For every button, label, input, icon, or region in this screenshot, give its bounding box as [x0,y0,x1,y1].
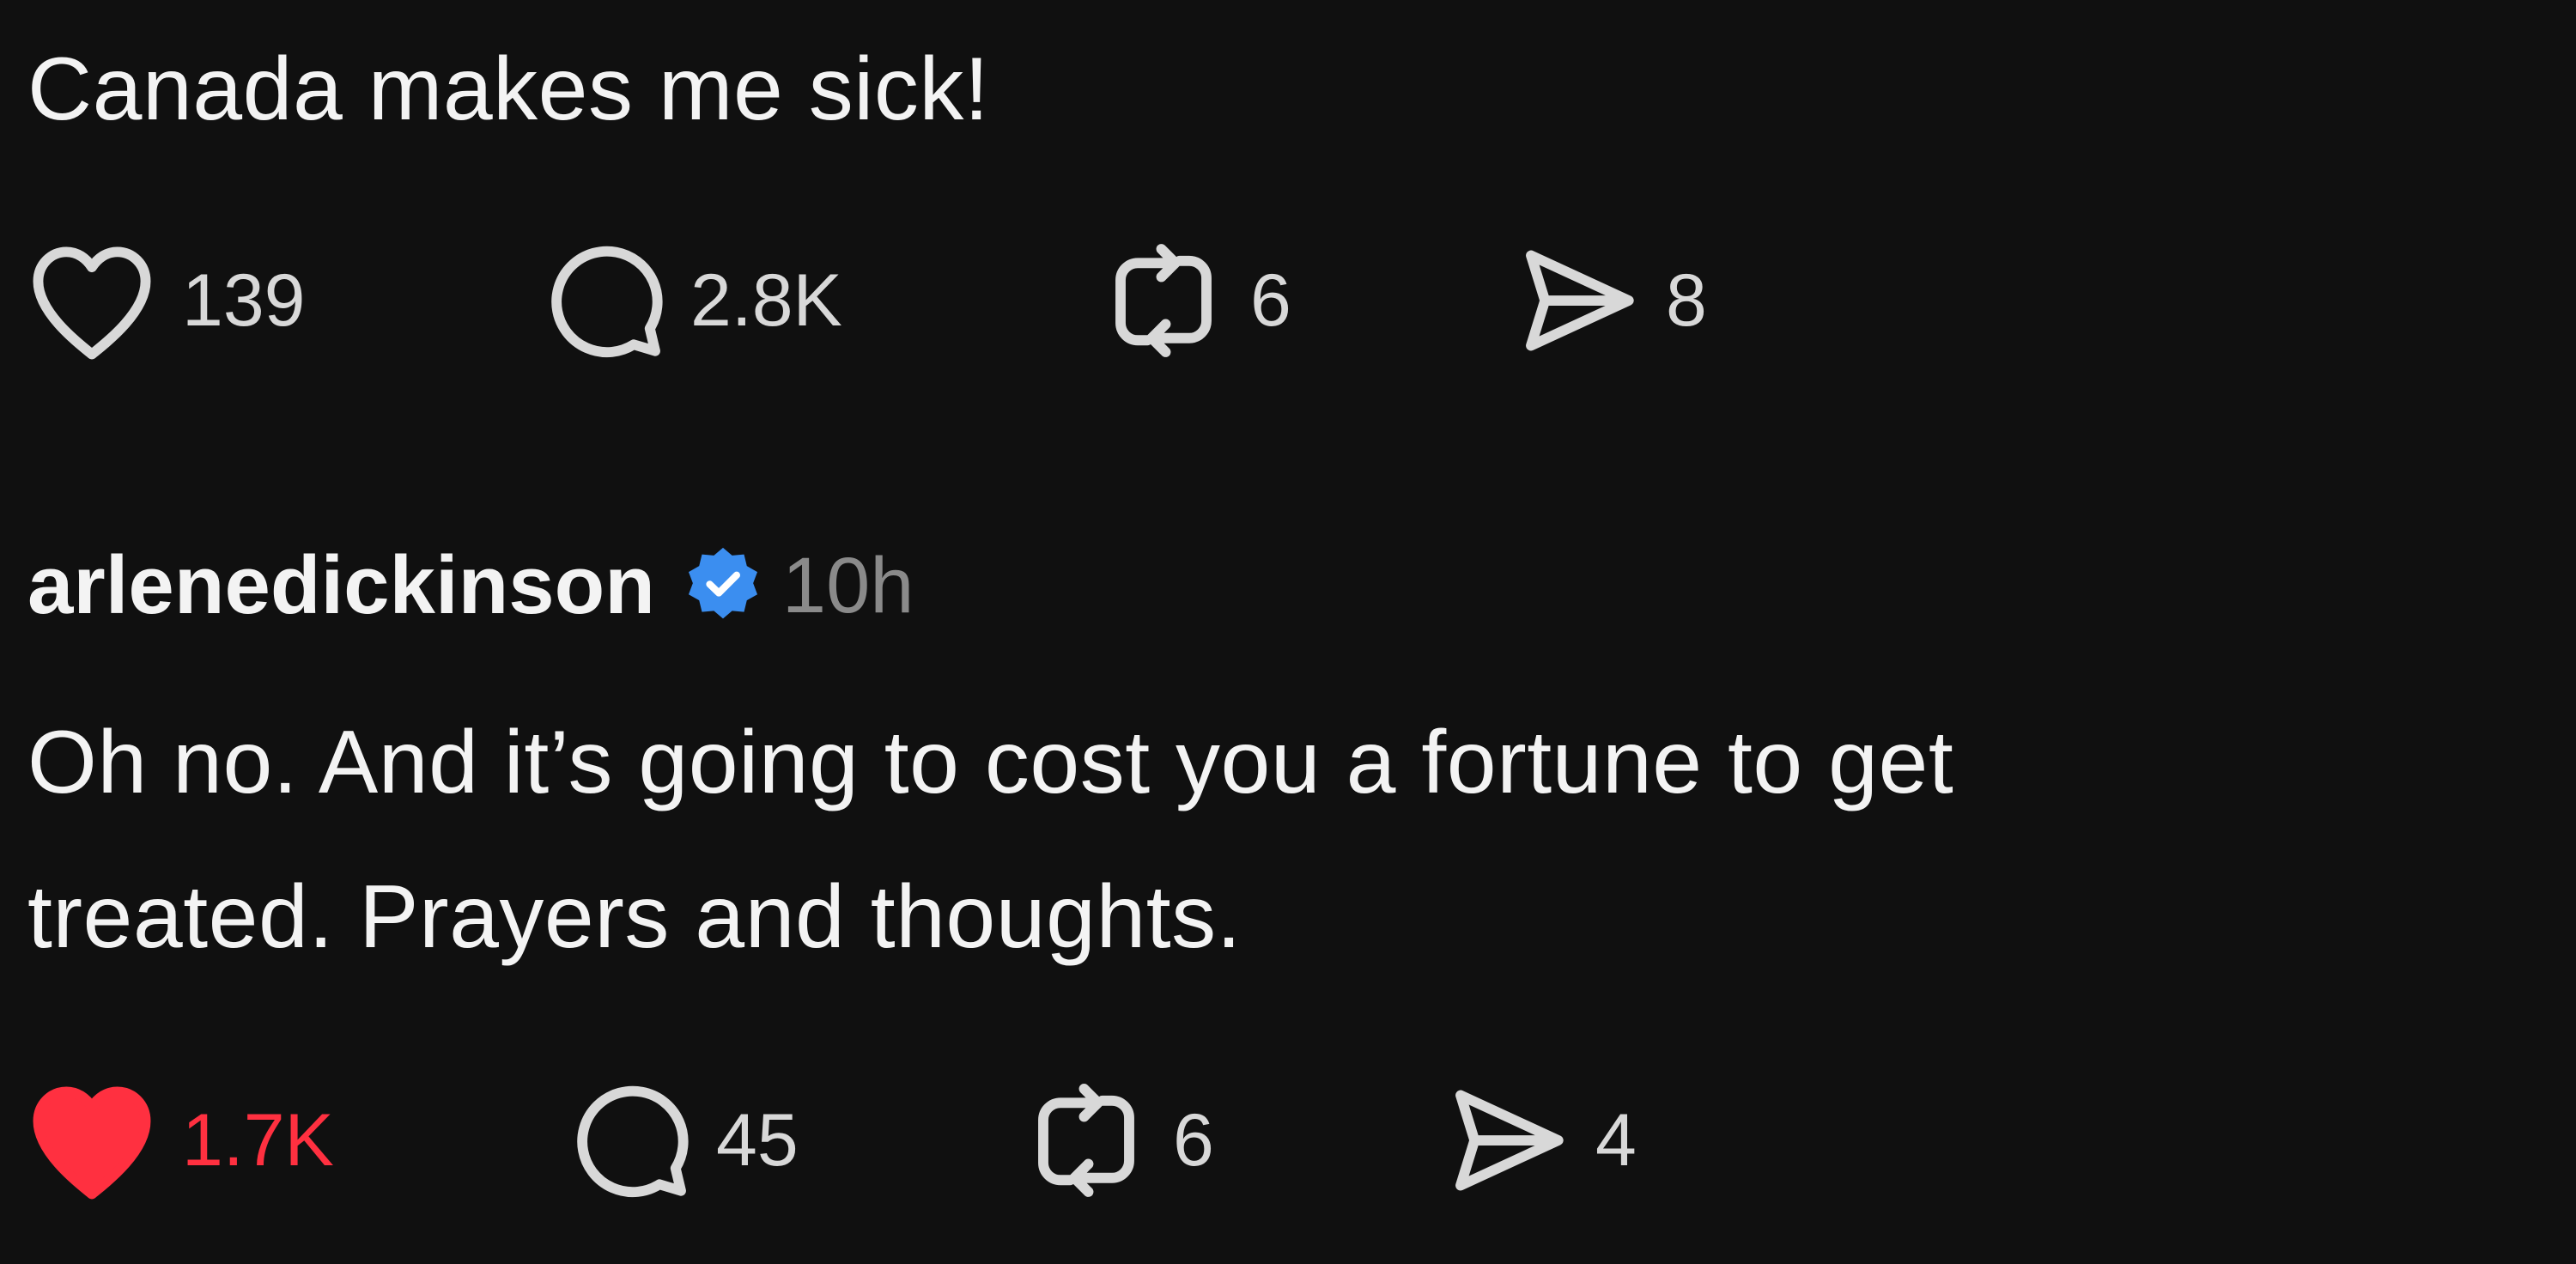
comment-icon [577,1085,689,1198]
reply-text-line-2: treated. Prayers and thoughts. [27,867,1242,967]
repost-count: 6 [1173,1099,1214,1182]
post-reply-button[interactable]: 2.8K [539,232,842,369]
post-share-button[interactable]: 8 [1513,232,1707,369]
reply-count: 2.8K [690,259,842,342]
share-count: 4 [1595,1099,1637,1182]
reply-like-button[interactable]: 1.7K [24,1072,334,1209]
post-like-button[interactable]: 139 [24,232,306,369]
like-count: 1.7K [182,1099,334,1182]
heart-icon [33,246,151,360]
comment-icon [551,246,663,358]
like-count: 139 [182,259,306,342]
reply-header: arlenedickinson 10h [27,526,914,646]
share-count: 8 [1666,259,1707,342]
reply-share-button[interactable]: 4 [1443,1072,1637,1209]
username-link[interactable]: arlenedickinson [27,544,655,627]
reply-reply-button[interactable]: 45 [565,1072,799,1209]
repost-icon [1115,244,1212,357]
reply-repost-button[interactable]: 6 [1022,1072,1214,1209]
post-repost-button[interactable]: 6 [1099,232,1291,369]
reply-count: 45 [716,1099,799,1182]
repost-count: 6 [1250,259,1291,342]
timestamp: 10h [781,542,914,629]
heart-filled-icon [33,1086,151,1200]
reply-text-line-1: Oh no. And it’s going to cost you a fort… [27,713,1954,812]
send-icon [1526,250,1634,351]
verified-badge-icon [688,547,757,619]
post-text: Canada makes me sick! [27,40,990,139]
send-icon [1455,1090,1564,1191]
repost-icon [1038,1084,1134,1197]
